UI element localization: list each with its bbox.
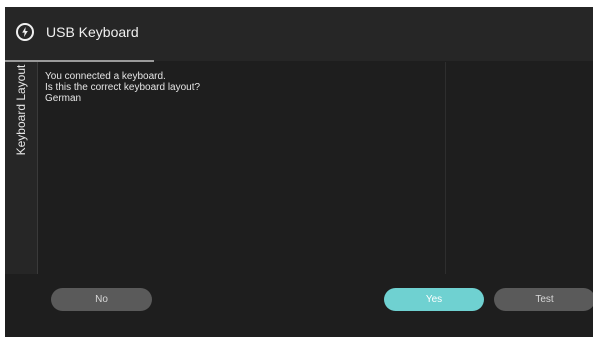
tab-keyboard-layout-label: Keyboard Layout <box>14 64 28 156</box>
yes-button[interactable]: Yes <box>384 288 484 311</box>
test-button[interactable]: Test <box>494 288 593 311</box>
dialog-header: USB Keyboard <box>5 7 593 61</box>
message-line: You connected a keyboard. <box>45 71 166 82</box>
message-panel: You connected a keyboard. Is this the co… <box>45 71 200 104</box>
divider <box>445 62 446 274</box>
question-line: Is this the correct keyboard layout? <box>45 82 201 93</box>
tab-label-wrap: Keyboard Layout <box>5 62 37 162</box>
power-icon <box>16 23 34 41</box>
page-title: USB Keyboard <box>46 24 139 40</box>
usb-keyboard-dialog: USB Keyboard Keyboard Layout You connect… <box>5 7 593 337</box>
layout-value: German <box>45 93 82 104</box>
no-button[interactable]: No <box>51 288 152 311</box>
divider <box>37 62 38 274</box>
